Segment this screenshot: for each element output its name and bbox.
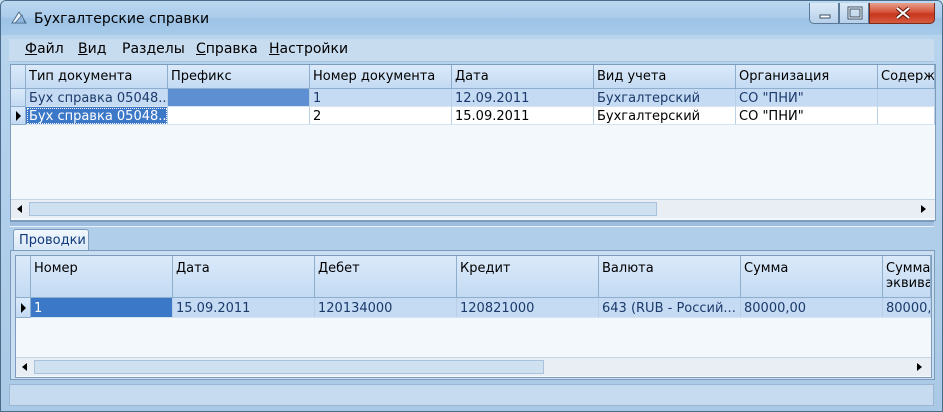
maximize-icon	[847, 6, 863, 20]
row-indicator[interactable]	[11, 89, 26, 107]
header-corner	[16, 256, 31, 298]
table-cell[interactable]	[878, 89, 935, 107]
row-indicator[interactable]	[11, 107, 26, 125]
documents-grid[interactable]: Тип документа Префикс Номер документа Да…	[10, 64, 936, 221]
tab-panel: Номер Дата Дебет Кредит Валюта Сумма Сум…	[10, 250, 935, 380]
menu-view[interactable]: Вид	[78, 41, 106, 57]
table-cell[interactable]: 80000,	[883, 298, 931, 318]
row-indicator[interactable]	[16, 298, 31, 318]
column-header-organization[interactable]: Организация	[736, 65, 878, 89]
title-bar[interactable]: Бухгалтерские справки	[1, 1, 942, 35]
close-icon	[895, 6, 911, 20]
table-cell[interactable]: 2	[310, 107, 452, 125]
horizontal-scrollbar[interactable]	[11, 199, 935, 218]
current-row-arrow-icon	[16, 111, 21, 121]
scroll-left-icon[interactable]	[13, 202, 27, 216]
scroll-right-icon[interactable]	[916, 202, 930, 216]
column-header-date[interactable]: Дата	[173, 256, 315, 298]
menu-sections[interactable]: Разделы	[122, 41, 185, 57]
entries-grid[interactable]: Номер Дата Дебет Кредит Валюта Сумма Сум…	[15, 255, 932, 378]
column-header-prefix[interactable]: Префикс	[168, 65, 310, 89]
column-header-accounting-type[interactable]: Вид учета	[594, 65, 736, 89]
menu-bar: Файл Вид Разделы Справка Настройки	[9, 39, 934, 62]
table-cell[interactable]	[878, 107, 935, 125]
status-bar	[9, 384, 934, 406]
table-cell[interactable]: Бухгалтерский	[594, 89, 736, 107]
scrollbar-thumb[interactable]	[29, 202, 657, 216]
table-cell[interactable]: 120134000	[315, 298, 457, 318]
minimize-icon	[819, 14, 831, 19]
column-header-amount-equivalent[interactable]: Сумма эквива	[883, 256, 931, 298]
column-header-debit[interactable]: Дебет	[315, 256, 457, 298]
menu-file[interactable]: Файл	[25, 41, 64, 57]
column-header-amount[interactable]: Сумма	[741, 256, 883, 298]
column-header-doc-number[interactable]: Номер документа	[310, 65, 452, 89]
horizontal-scrollbar[interactable]	[16, 357, 931, 376]
menu-settings[interactable]: Настройки	[269, 41, 348, 57]
column-header-date[interactable]: Дата	[452, 65, 594, 89]
table-cell[interactable]: 120821000	[457, 298, 599, 318]
scroll-left-icon[interactable]	[18, 360, 32, 374]
table-cell[interactable]: 1	[31, 298, 173, 318]
table-cell[interactable]: Бух справка 05048...	[26, 89, 168, 107]
table-cell[interactable]: Бухгалтерский	[594, 107, 736, 125]
app-icon	[11, 11, 27, 24]
table-cell[interactable]: 12.09.2011	[452, 89, 594, 107]
scrollbar-thumb[interactable]	[34, 360, 544, 374]
tab-entries[interactable]: Проводки	[13, 229, 89, 251]
splitter[interactable]	[10, 221, 934, 227]
scroll-right-icon[interactable]	[912, 360, 926, 374]
current-row-arrow-icon	[21, 303, 26, 313]
table-cell[interactable]: 15.09.2011	[173, 298, 315, 318]
maximize-button[interactable]	[839, 3, 869, 24]
table-cell[interactable]: СО "ПНИ"	[736, 107, 878, 125]
main-window: Бухгалтерские справки Файл Вид Разделы С…	[0, 0, 943, 412]
column-header-credit[interactable]: Кредит	[457, 256, 599, 298]
minimize-button[interactable]	[809, 3, 839, 24]
table-cell[interactable]: 80000,00	[741, 298, 883, 318]
table-cell[interactable]	[168, 107, 310, 125]
column-header-doc-type[interactable]: Тип документа	[26, 65, 168, 89]
column-header-number[interactable]: Номер	[31, 256, 173, 298]
column-header-content[interactable]: Содержа	[878, 65, 935, 89]
close-button[interactable]	[869, 3, 935, 24]
window-title: Бухгалтерские справки	[34, 11, 210, 27]
table-cell[interactable]: 1	[310, 89, 452, 107]
table-cell[interactable]: 15.09.2011	[452, 107, 594, 125]
header-corner	[11, 65, 26, 89]
table-cell[interactable]: Бух справка 05048...	[26, 107, 168, 125]
table-cell[interactable]: 643 (RUB - Россий...	[599, 298, 741, 318]
table-cell[interactable]: СО "ПНИ"	[736, 89, 878, 107]
menu-help[interactable]: Справка	[196, 41, 258, 57]
table-cell[interactable]	[168, 89, 310, 107]
column-header-currency[interactable]: Валюта	[599, 256, 741, 298]
